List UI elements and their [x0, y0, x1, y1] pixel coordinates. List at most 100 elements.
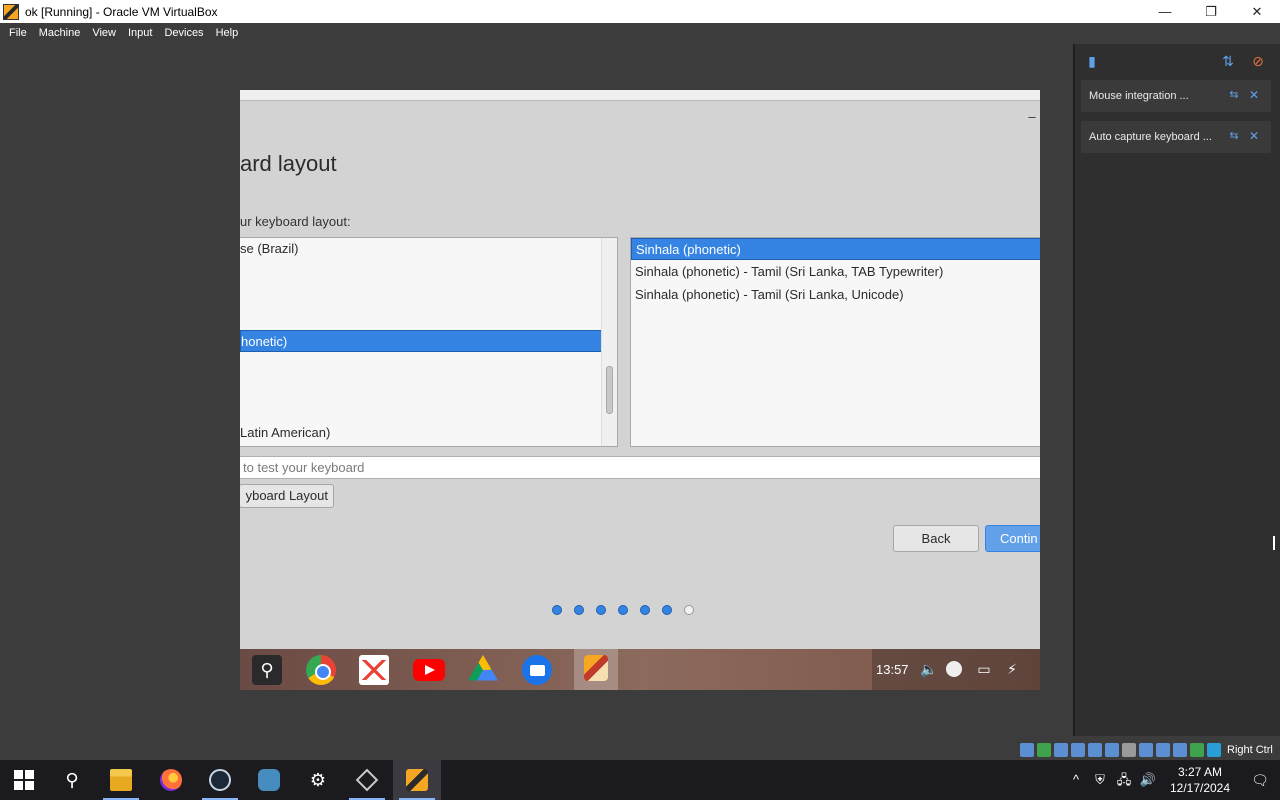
google-drive-icon[interactable]: [468, 655, 498, 681]
action-center-icon[interactable]: 🗨: [1240, 760, 1280, 800]
taskbar-godot[interactable]: [245, 760, 293, 800]
network-icon[interactable]: 🖧: [1112, 760, 1136, 800]
vbox-status-bar: Right Ctrl: [1020, 740, 1280, 759]
notification-center-toggle-icon[interactable]: ▮: [1083, 52, 1101, 70]
notification-center: ▮ ⇅ ⊘ Mouse integration ... ⇆ ✕ Auto cap…: [1073, 44, 1280, 736]
chevron-up-icon[interactable]: ^: [1064, 760, 1088, 800]
clear-notifications-icon[interactable]: ⊘: [1249, 52, 1267, 70]
progress-dot-done: [640, 605, 650, 615]
language-item[interactable]: se (Brazil): [240, 238, 299, 260]
detect-keyboard-layout-button[interactable]: yboard Layout: [240, 484, 334, 508]
pin-icon[interactable]: ⇆: [1227, 88, 1241, 102]
windows-search-button[interactable]: ⚲: [48, 760, 96, 800]
variant-item[interactable]: Sinhala (phonetic) - Tamil (Sri Lanka, T…: [631, 261, 1040, 283]
menu-view[interactable]: View: [86, 27, 122, 39]
sort-notifications-icon[interactable]: ⇅: [1219, 52, 1237, 70]
notification-label: Mouse integration ...: [1089, 90, 1189, 102]
youtube-icon[interactable]: [413, 659, 445, 681]
continue-button[interactable]: Contin: [985, 525, 1040, 552]
godot-icon: [258, 769, 280, 791]
optical-drive-icon[interactable]: [1037, 742, 1051, 757]
variant-item-selected[interactable]: Sinhala (phonetic): [631, 238, 1040, 260]
usb-icon[interactable]: [1088, 742, 1102, 757]
penguin-icon[interactable]: [946, 661, 962, 677]
taskbar-file-explorer[interactable]: [97, 760, 145, 800]
menu-machine[interactable]: Machine: [33, 27, 87, 39]
variant-list[interactable]: Sinhala (phonetic) Sinhala (phonetic) - …: [630, 237, 1040, 447]
volume-icon[interactable]: 🔊: [1136, 760, 1160, 800]
menu-help[interactable]: Help: [210, 27, 245, 39]
shared-folders-icon[interactable]: [1105, 742, 1119, 757]
page-subtitle: ur keyboard layout:: [240, 214, 351, 229]
taskbar-firefox[interactable]: [147, 760, 195, 800]
window-controls: — ❐ ✕: [1142, 0, 1280, 23]
vm-window-icon: [406, 769, 428, 791]
display-icon[interactable]: [1122, 742, 1136, 757]
gmail-icon[interactable]: [359, 655, 389, 685]
progress-dot-pending: [684, 605, 694, 615]
guest-display[interactable]: – ard layout ur keyboard layout: se (Bra…: [240, 90, 1040, 690]
search-icon: ⚲: [65, 770, 79, 790]
notification-mouse-integration[interactable]: Mouse integration ... ⇆ ✕: [1081, 80, 1271, 112]
files-icon[interactable]: [522, 655, 552, 685]
host-key-label: Right Ctrl: [1227, 743, 1273, 756]
progress-dot-done: [552, 605, 562, 615]
recording-icon[interactable]: [1139, 742, 1153, 757]
windows-tray: ^ ⛨ 🖧 🔊 3:27 AM 12/17/2024 🗨: [1064, 760, 1280, 800]
network-adapter-icon[interactable]: [1071, 742, 1085, 757]
close-icon[interactable]: ✕: [1247, 88, 1261, 102]
language-item-selected[interactable]: honetic): [240, 330, 602, 352]
language-list[interactable]: se (Brazil) honetic) Latin American): [240, 237, 618, 447]
installer-app-icon[interactable]: [574, 649, 618, 690]
menu-input[interactable]: Input: [122, 27, 158, 39]
page-title: ard layout: [240, 151, 337, 176]
hard-disk-icon[interactable]: [1020, 742, 1034, 757]
close-window-button[interactable]: ✕: [1234, 0, 1280, 23]
guest-clock[interactable]: 13:57: [876, 649, 909, 690]
keyboard-capture-icon[interactable]: [1207, 742, 1221, 757]
vbox-menubar: File Machine View Input Devices Help: [0, 23, 1280, 42]
variant-item[interactable]: Sinhala (phonetic) - Tamil (Sri Lanka, U…: [631, 284, 1040, 306]
pin-icon[interactable]: ⇆: [1227, 129, 1241, 143]
virtualbox-app-icon: [3, 3, 19, 20]
taskbar-steam[interactable]: [196, 760, 244, 800]
audio-icon[interactable]: [1054, 742, 1068, 757]
security-icon[interactable]: ⛨: [1088, 760, 1112, 800]
menu-file[interactable]: File: [3, 27, 33, 39]
virtualization-icon[interactable]: [1156, 742, 1170, 757]
guest-search-icon[interactable]: ⚲: [252, 655, 282, 685]
power-icon[interactable]: ⚡: [1004, 661, 1020, 677]
volume-icon[interactable]: 🔈: [920, 661, 937, 677]
keyboard-test-input[interactable]: to test your keyboard: [240, 456, 1040, 479]
progress-dot-done: [574, 605, 584, 615]
guest-taskbar: ⚲ 13:57 🔈 ▭ ⚡: [240, 649, 1040, 690]
progress-dots: [552, 605, 694, 615]
windows-taskbar: ⚲ ⚙ ^ ⛨ 🖧 🔊 3:27 AM 12/17/2024 🗨: [0, 760, 1280, 800]
window-title: ok [Running] - Oracle VM VirtualBox: [25, 4, 218, 19]
taskbar-virtualbox-manager[interactable]: [343, 760, 391, 800]
windows-clock[interactable]: 3:27 AM 12/17/2024: [1160, 760, 1240, 800]
back-button[interactable]: Back: [893, 525, 979, 552]
clock-date: 12/17/2024: [1169, 781, 1231, 795]
notification-label: Auto capture keyboard ...: [1089, 131, 1212, 143]
restore-window-button[interactable]: ❐: [1188, 0, 1234, 23]
start-button[interactable]: [0, 760, 48, 800]
taskbar-vm-window[interactable]: [393, 760, 441, 800]
language-item[interactable]: Latin American): [240, 422, 330, 444]
minimize-window-button[interactable]: —: [1142, 0, 1188, 23]
cpu-icon[interactable]: [1173, 742, 1187, 757]
notification-auto-capture-keyboard[interactable]: Auto capture keyboard ... ⇆ ✕: [1081, 121, 1271, 153]
chrome-icon[interactable]: [306, 655, 336, 685]
language-list-scrollbar[interactable]: [601, 238, 617, 446]
steam-icon: [209, 769, 231, 791]
mouse-integration-icon[interactable]: [1190, 742, 1204, 757]
menu-devices[interactable]: Devices: [158, 27, 209, 39]
language-list-scroll-thumb[interactable]: [606, 366, 613, 414]
installer-minimize-button[interactable]: –: [1026, 110, 1038, 124]
network-icon[interactable]: ▭: [976, 661, 992, 677]
close-icon[interactable]: ✕: [1247, 129, 1261, 143]
progress-dot-done: [618, 605, 628, 615]
firefox-icon: [160, 769, 182, 791]
taskbar-settings[interactable]: ⚙: [294, 760, 342, 800]
guest-tray[interactable]: 13:57 🔈 ▭ ⚡: [872, 649, 1040, 690]
